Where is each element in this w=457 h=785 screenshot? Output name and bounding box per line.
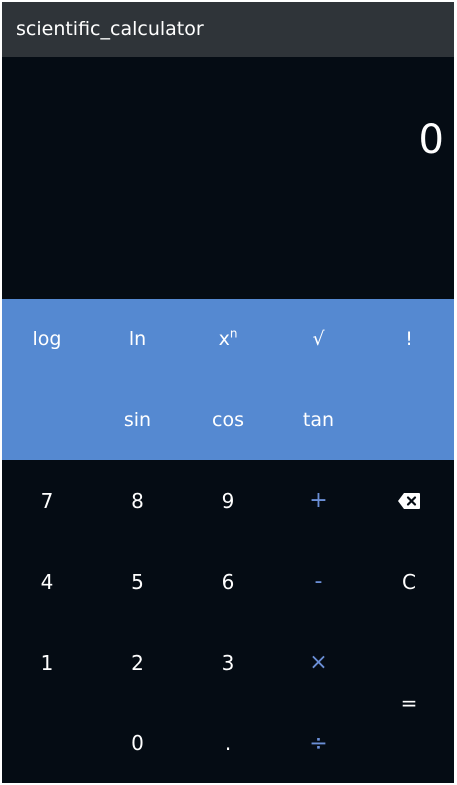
power-button[interactable]: xn	[183, 299, 273, 379]
tan-button-label: tan	[302, 408, 335, 431]
cos-button[interactable]: cos	[183, 379, 273, 460]
tan-button[interactable]: tan	[273, 379, 364, 460]
digit-6-label: 6	[221, 569, 235, 594]
multiply-button[interactable]: ×	[273, 622, 364, 703]
digit-0-button[interactable]: 0	[92, 703, 183, 783]
digit-4-label: 4	[40, 569, 54, 594]
digit-7-button[interactable]: 7	[2, 460, 92, 541]
equals-label: =	[400, 690, 418, 715]
log-button[interactable]: log	[2, 299, 92, 379]
factorial-button-label: !	[405, 328, 413, 350]
plus-button[interactable]: +	[273, 460, 364, 541]
digit-1-button[interactable]: 1	[2, 622, 92, 703]
number-pad: 7 8 9 + 4 5 6 - C 1 2 3 × = 0 . ÷	[2, 460, 454, 783]
digit-0-label: 0	[131, 731, 144, 755]
digit-3-button[interactable]: 3	[183, 622, 273, 703]
digit-1-label: 1	[40, 650, 54, 675]
app-title-bar: scientific_calculator	[2, 2, 454, 57]
plus-label: +	[309, 488, 328, 513]
digit-6-button[interactable]: 6	[183, 541, 273, 622]
digit-8-label: 8	[131, 488, 144, 513]
clear-button[interactable]: C	[364, 541, 454, 622]
calculator-app: scientific_calculator 0 log ln xn √ ! si…	[2, 2, 454, 783]
display-area: 0	[2, 57, 454, 299]
sin-button[interactable]: sin	[92, 379, 183, 460]
minus-label: -	[314, 569, 323, 594]
power-exponent: n	[229, 326, 238, 341]
decimal-point-button[interactable]: .	[183, 703, 273, 783]
equals-button[interactable]: =	[364, 622, 454, 783]
digit-9-label: 9	[221, 488, 235, 513]
app-title: scientific_calculator	[16, 18, 204, 40]
sqrt-button-label: √	[312, 328, 325, 350]
ln-button[interactable]: ln	[92, 299, 183, 379]
digit-7-label: 7	[40, 488, 54, 513]
digit-5-button[interactable]: 5	[92, 541, 183, 622]
log-button-label: log	[32, 328, 62, 350]
minus-button[interactable]: -	[273, 541, 364, 622]
power-button-label: xn	[219, 328, 238, 350]
ln-button-label: ln	[128, 328, 147, 350]
power-base: x	[218, 328, 230, 350]
scientific-panel: log ln xn √ ! sin cos tan	[2, 299, 454, 460]
digit-8-button[interactable]: 8	[92, 460, 183, 541]
digit-5-label: 5	[131, 569, 144, 594]
sqrt-button[interactable]: √	[273, 299, 364, 379]
sin-button-label: sin	[123, 408, 152, 431]
backspace-button[interactable]	[364, 460, 454, 541]
divide-label: ÷	[309, 730, 328, 756]
display-value: 0	[418, 117, 444, 163]
decimal-point-label: .	[224, 731, 232, 755]
factorial-button[interactable]: !	[364, 299, 454, 379]
digit-3-label: 3	[221, 650, 235, 675]
clear-label: C	[402, 569, 416, 594]
divide-button[interactable]: ÷	[273, 703, 364, 783]
digit-2-label: 2	[131, 650, 144, 675]
digit-9-button[interactable]: 9	[183, 460, 273, 541]
digit-4-button[interactable]: 4	[2, 541, 92, 622]
backspace-icon	[397, 492, 421, 510]
digit-2-button[interactable]: 2	[92, 622, 183, 703]
multiply-label: ×	[309, 650, 328, 675]
cos-button-label: cos	[212, 408, 244, 431]
